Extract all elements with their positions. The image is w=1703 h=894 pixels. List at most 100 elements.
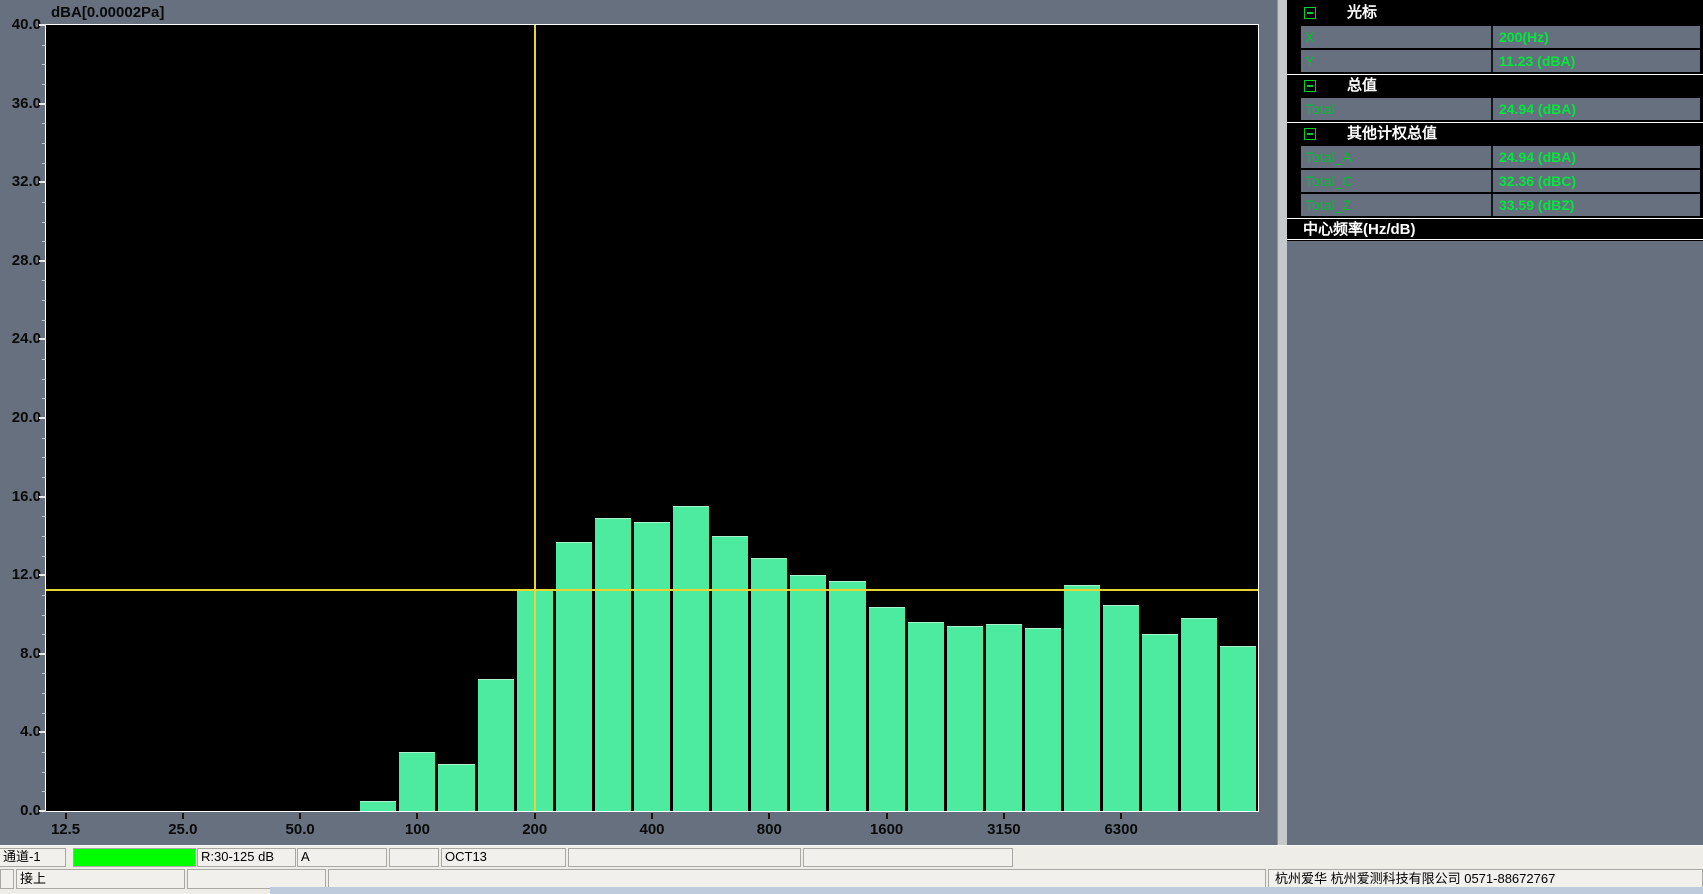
weighting-cell: A [297, 848, 387, 867]
bar-2000hz[interactable] [908, 622, 944, 811]
section-title: 其他计权总值 [1347, 125, 1437, 142]
bar-500hz[interactable] [673, 506, 709, 811]
x-axis-tick [886, 813, 888, 819]
y-axis-major-tick [39, 417, 46, 419]
row-label: Total_A [1301, 146, 1493, 168]
y-axis-label: 4.0 [0, 723, 41, 740]
cursor-horizontal-line[interactable] [46, 589, 1258, 591]
y-axis-label: 24.0 [0, 330, 41, 347]
bar-400hz[interactable] [634, 522, 670, 811]
status-cell-empty [568, 848, 801, 867]
y-axis-major-tick [39, 103, 46, 105]
row-value: 33.59 (dBZ) [1493, 194, 1700, 216]
bar-800hz[interactable] [751, 558, 787, 811]
section-title: 中心频率(Hz/dB) [1303, 221, 1416, 238]
row-value: 11.23 (dBA) [1493, 50, 1700, 72]
collapse-icon[interactable] [1304, 7, 1316, 19]
connection-cell: 接上 [16, 869, 185, 889]
panel-row-total[interactable]: Total 24.94 (dBA) [1301, 98, 1700, 120]
bar-315hz[interactable] [595, 518, 631, 811]
y-axis-label: 32.0 [0, 173, 41, 190]
y-axis-major-tick [39, 24, 46, 26]
y-axis-minor-tick [42, 615, 46, 616]
panel-splitter[interactable] [1277, 0, 1287, 845]
y-axis-minor-tick [42, 320, 46, 321]
bar-1000hz[interactable] [790, 575, 826, 811]
bar-630hz[interactable] [712, 536, 748, 811]
analysis-mode-cell: OCT13 [441, 848, 566, 867]
row-value: 32.36 (dBC) [1493, 170, 1700, 192]
panel-section-total-header[interactable]: 总值 [1287, 74, 1703, 96]
y-axis-minor-tick [42, 222, 46, 223]
bar-250hz[interactable] [556, 542, 592, 811]
y-axis-minor-tick [42, 791, 46, 792]
y-axis-minor-tick [42, 398, 46, 399]
x-axis-label: 100 [385, 821, 449, 838]
channel-cell: 通道-1 [0, 848, 66, 867]
status-cell-empty [0, 869, 14, 889]
bar-2500hz[interactable] [947, 626, 983, 811]
y-axis-minor-tick [42, 359, 46, 360]
row-value: 24.94 (dBA) [1493, 146, 1700, 168]
y-axis-major-tick [39, 810, 46, 812]
collapse-icon[interactable] [1304, 128, 1316, 140]
y-axis-major-tick [39, 653, 46, 655]
status-cell-empty [389, 848, 439, 867]
y-axis-minor-tick [42, 772, 46, 773]
bar-10000hz[interactable] [1181, 618, 1217, 811]
panel-row-total-c[interactable]: Total_C 32.36 (dBC) [1301, 170, 1700, 192]
bar-160hz[interactable] [478, 679, 514, 811]
company-info-cell: 杭州爱华 杭州爱测科技有限公司 0571-88672767 [1268, 869, 1703, 889]
y-axis-major-tick [39, 338, 46, 340]
y-axis-minor-tick [42, 457, 46, 458]
bar-1600hz[interactable] [869, 607, 905, 811]
bar-80hz[interactable] [360, 801, 396, 811]
panel-row-total-z[interactable]: Total_Z 33.59 (dBZ) [1301, 194, 1700, 216]
bar-125hz[interactable] [438, 764, 474, 811]
y-axis-label: 16.0 [0, 488, 41, 505]
app-window: dBA[0.00002Pa] 40.036.032.028.024.020.01… [0, 0, 1703, 894]
panel-section-cursor-header[interactable]: 光标 [1287, 2, 1703, 24]
panel-row-cursor-y[interactable]: Y 11.23 (dBA) [1301, 50, 1700, 72]
x-axis-tick [1120, 813, 1122, 819]
x-axis-tick [299, 813, 301, 819]
x-axis-tick [1003, 813, 1005, 819]
bar-3150hz[interactable] [986, 624, 1022, 811]
chart-region: dBA[0.00002Pa] 40.036.032.028.024.020.01… [0, 0, 1277, 845]
panel-row-cursor-x[interactable]: X 200(Hz) [1301, 26, 1700, 48]
x-axis-label: 800 [737, 821, 801, 838]
x-axis-label: 3150 [972, 821, 1036, 838]
x-axis-tick [182, 813, 184, 819]
panel-row-total-a[interactable]: Total_A 24.94 (dBA) [1301, 146, 1700, 168]
side-panel: 光标 X 200(Hz) Y 11.23 (dBA) 总值 Total 24.9… [1287, 0, 1703, 845]
bar-12500hz[interactable] [1220, 646, 1256, 811]
row-value: 200(Hz) [1493, 26, 1700, 48]
y-axis-major-tick [39, 181, 46, 183]
collapse-icon[interactable] [1304, 80, 1316, 92]
taskbar-strip [270, 887, 1703, 894]
cursor-vertical-line[interactable] [534, 25, 536, 811]
x-axis-tick [534, 813, 536, 819]
row-label: Total_Z [1301, 194, 1493, 216]
y-axis-minor-tick [42, 438, 46, 439]
bar-5000hz[interactable] [1064, 585, 1100, 811]
x-axis-label: 50.0 [268, 821, 332, 838]
bar-8000hz[interactable] [1142, 634, 1178, 811]
panel-center-frequency-header[interactable]: 中心频率(Hz/dB) [1287, 218, 1703, 240]
x-axis-label: 12.5 [34, 821, 98, 838]
row-value: 24.94 (dBA) [1493, 98, 1700, 120]
x-axis-label: 6300 [1089, 821, 1153, 838]
panel-section-weighted-totals-header[interactable]: 其他计权总值 [1287, 122, 1703, 144]
y-axis-minor-tick [42, 45, 46, 46]
y-axis-minor-tick [42, 64, 46, 65]
y-axis-label: 8.0 [0, 645, 41, 662]
y-axis-minor-tick [42, 123, 46, 124]
x-axis-label: 400 [620, 821, 684, 838]
bar-4000hz[interactable] [1025, 628, 1061, 811]
x-axis-tick [65, 813, 67, 819]
bar-100hz[interactable] [399, 752, 435, 811]
status-cell-empty [328, 869, 1266, 889]
bar-1250hz[interactable] [829, 581, 865, 811]
bar-6300hz[interactable] [1103, 605, 1139, 811]
y-axis-minor-tick [42, 713, 46, 714]
